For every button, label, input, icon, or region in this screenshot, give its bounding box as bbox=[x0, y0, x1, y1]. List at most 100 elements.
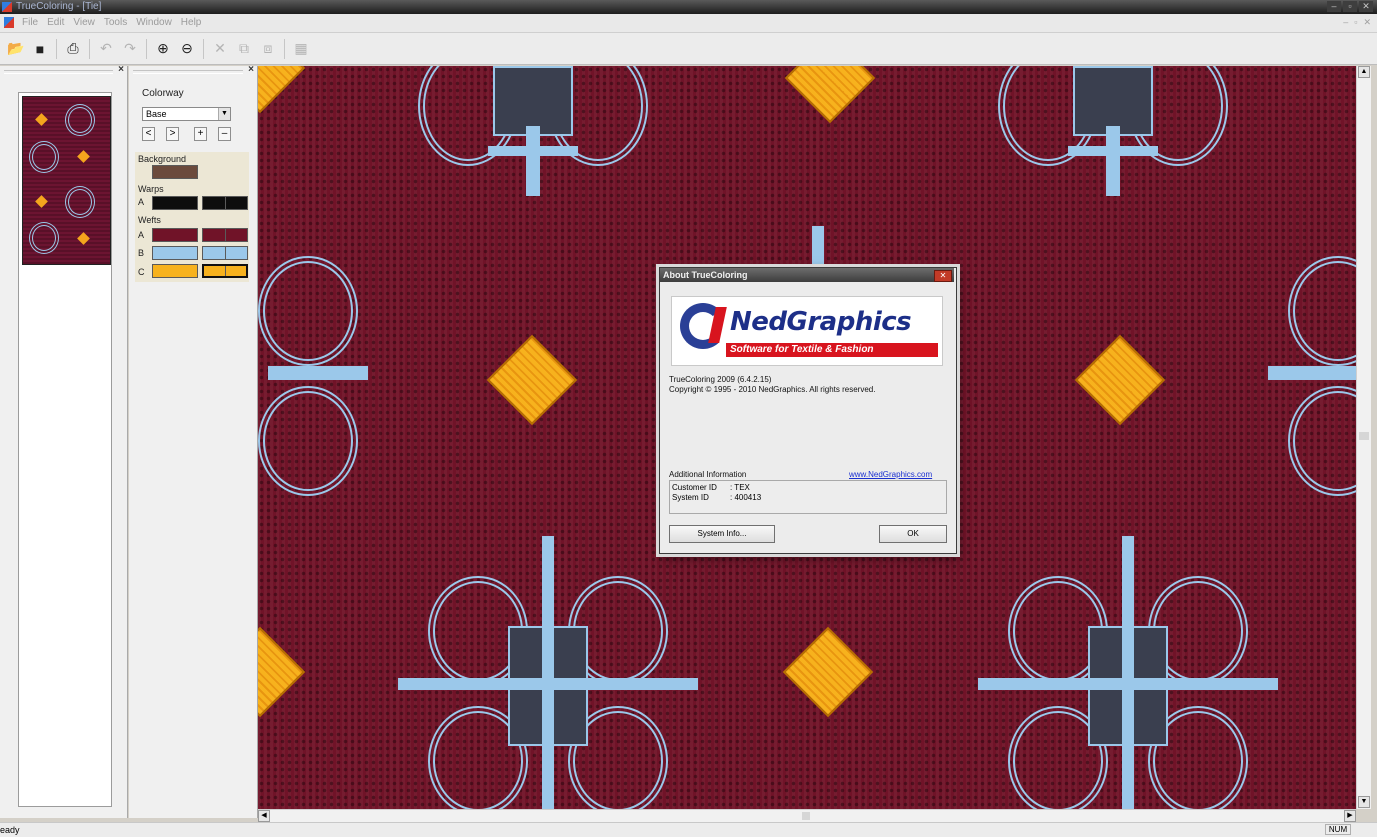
close-button[interactable]: ✕ bbox=[1359, 1, 1373, 12]
nedgraphics-logo: NedGraphics Software for Textile & Fashi… bbox=[671, 296, 943, 366]
colorway-add-button[interactable]: + bbox=[194, 127, 207, 141]
menu-view[interactable]: View bbox=[73, 17, 95, 28]
blue-motif bbox=[258, 246, 368, 506]
weft-b-swatch[interactable] bbox=[152, 246, 198, 260]
background-label: Background bbox=[138, 154, 187, 164]
weft-b-label: B bbox=[138, 248, 145, 258]
system-id-value: : 400413 bbox=[730, 493, 762, 502]
gold-diamond bbox=[258, 66, 306, 114]
customer-id-value: : TEX bbox=[730, 483, 750, 492]
dialog-title[interactable]: About TrueColoring bbox=[660, 268, 954, 282]
minimize-button[interactable]: – bbox=[1327, 1, 1341, 12]
customer-id-label: Customer ID bbox=[672, 483, 717, 492]
scroll-left-button[interactable]: ◀ bbox=[258, 810, 270, 822]
menu-tools[interactable]: Tools bbox=[104, 17, 127, 28]
blue-motif bbox=[1268, 246, 1356, 506]
gold-diamond bbox=[486, 334, 578, 426]
maximize-button[interactable]: ▫ bbox=[1343, 1, 1357, 12]
thumbnail-panel-close-button[interactable]: × bbox=[118, 64, 124, 75]
colorway-next-button[interactable]: > bbox=[166, 127, 179, 141]
vertical-scrollbar[interactable]: ▲ ▼ bbox=[1356, 66, 1371, 809]
chevron-down-icon[interactable]: ▼ bbox=[218, 108, 230, 120]
copyright-text: Copyright © 1995 - 2010 NedGraphics. All… bbox=[669, 385, 876, 394]
warp-a-label: A bbox=[138, 197, 145, 207]
paste-icon[interactable]: ⧈ bbox=[258, 39, 278, 59]
weft-c-swatch-alt[interactable] bbox=[202, 264, 248, 278]
thumbnail-panel-header[interactable]: × bbox=[0, 64, 127, 76]
menu-bar: File Edit View Tools Window Help – ▫ ✕ bbox=[0, 14, 1377, 33]
colorway-panel-close-button[interactable]: × bbox=[248, 64, 254, 75]
thumb-diamond bbox=[77, 150, 90, 163]
weft-a-label: A bbox=[138, 230, 145, 240]
version-text: TrueColoring 2009 (6.4.2.15) bbox=[669, 375, 772, 384]
colorway-select[interactable]: Base ▼ bbox=[142, 107, 231, 121]
menu-window[interactable]: Window bbox=[136, 17, 172, 28]
thumbnail-list[interactable] bbox=[18, 92, 112, 807]
mdi-restore-button[interactable]: ▫ bbox=[1354, 17, 1357, 28]
mdi-minimize-button[interactable]: – bbox=[1343, 17, 1348, 28]
menu-help[interactable]: Help bbox=[181, 17, 202, 28]
thumb-motif bbox=[65, 104, 95, 136]
colorway-panel-header[interactable]: × bbox=[129, 64, 257, 76]
colorway-label: Colorway bbox=[142, 88, 184, 99]
thumb-diamond bbox=[77, 232, 90, 245]
panel-grip[interactable] bbox=[4, 70, 113, 74]
horizontal-scroll-thumb[interactable] bbox=[802, 812, 810, 820]
toolbar-separator bbox=[56, 38, 57, 59]
weft-c-swatch[interactable] bbox=[152, 264, 198, 278]
mdi-close-button[interactable]: ✕ bbox=[1363, 17, 1371, 28]
thumb-motif bbox=[65, 186, 95, 218]
undo-icon[interactable]: ↶ bbox=[96, 39, 116, 59]
cut-icon[interactable]: ✕ bbox=[210, 39, 230, 59]
gold-diamond bbox=[258, 626, 306, 718]
scroll-right-button[interactable]: ▶ bbox=[1344, 810, 1356, 822]
weft-c-label: C bbox=[138, 267, 145, 277]
dialog-close-button[interactable]: ✕ bbox=[934, 270, 952, 282]
info-box: Customer ID : TEX System ID : 400413 bbox=[669, 480, 947, 514]
zoom-out-icon[interactable]: ⊖ bbox=[177, 39, 197, 59]
menu-file[interactable]: File bbox=[22, 17, 38, 28]
ok-button[interactable]: OK bbox=[879, 525, 947, 543]
warps-label: Warps bbox=[138, 184, 164, 194]
print-icon[interactable]: ⎙ bbox=[63, 39, 83, 59]
colorway-prev-button[interactable]: < bbox=[142, 127, 155, 141]
horizontal-scrollbar[interactable]: ◀ ▶ bbox=[258, 809, 1356, 822]
weft-b-swatch-alt[interactable] bbox=[202, 246, 248, 260]
title-bar: TrueColoring - [Tie] – ▫ ✕ bbox=[0, 0, 1377, 14]
website-link[interactable]: www.NedGraphics.com bbox=[849, 470, 932, 479]
vertical-scroll-thumb[interactable] bbox=[1359, 432, 1369, 440]
panel-grip[interactable] bbox=[133, 70, 243, 74]
warp-a-swatch-alt[interactable] bbox=[202, 196, 248, 210]
scroll-up-button[interactable]: ▲ bbox=[1358, 66, 1370, 78]
save-icon[interactable]: ■ bbox=[30, 39, 50, 59]
logo-wordmark: NedGraphics bbox=[730, 307, 912, 337]
additional-info-label: Additional Information bbox=[669, 470, 747, 479]
system-info-button[interactable]: System Info... bbox=[669, 525, 775, 543]
blue-motif bbox=[398, 536, 698, 809]
toolbar-separator bbox=[146, 38, 147, 59]
grid-icon[interactable]: ▦ bbox=[291, 39, 311, 59]
scroll-down-button[interactable]: ▼ bbox=[1358, 796, 1370, 808]
colorway-remove-button[interactable]: – bbox=[218, 127, 231, 141]
status-bar: eady NUM bbox=[0, 822, 1377, 837]
weft-a-swatch[interactable] bbox=[152, 228, 198, 242]
window-title: TrueColoring - [Tie] bbox=[16, 1, 102, 12]
zoom-in-icon[interactable]: ⊕ bbox=[153, 39, 173, 59]
about-dialog: About TrueColoring ✕ NedGraphics Softwar… bbox=[659, 267, 957, 554]
document-icon[interactable] bbox=[4, 17, 14, 28]
menu-edit[interactable]: Edit bbox=[47, 17, 64, 28]
blue-motif bbox=[978, 66, 1248, 226]
toolbar-separator bbox=[203, 38, 204, 59]
weft-a-swatch-alt[interactable] bbox=[202, 228, 248, 242]
color-assignments: Background Warps A Wefts A B C bbox=[135, 152, 249, 282]
status-message: eady bbox=[0, 825, 20, 835]
warp-a-swatch[interactable] bbox=[152, 196, 198, 210]
blue-motif bbox=[978, 536, 1278, 809]
redo-icon[interactable]: ↷ bbox=[120, 39, 140, 59]
colorway-select-value: Base bbox=[146, 109, 167, 119]
copy-icon[interactable]: ⧉ bbox=[234, 39, 254, 59]
design-thumbnail[interactable] bbox=[22, 96, 111, 265]
background-swatch[interactable] bbox=[152, 165, 198, 179]
gold-diamond bbox=[1074, 334, 1166, 426]
open-folder-icon[interactable]: 📂 bbox=[6, 39, 26, 59]
